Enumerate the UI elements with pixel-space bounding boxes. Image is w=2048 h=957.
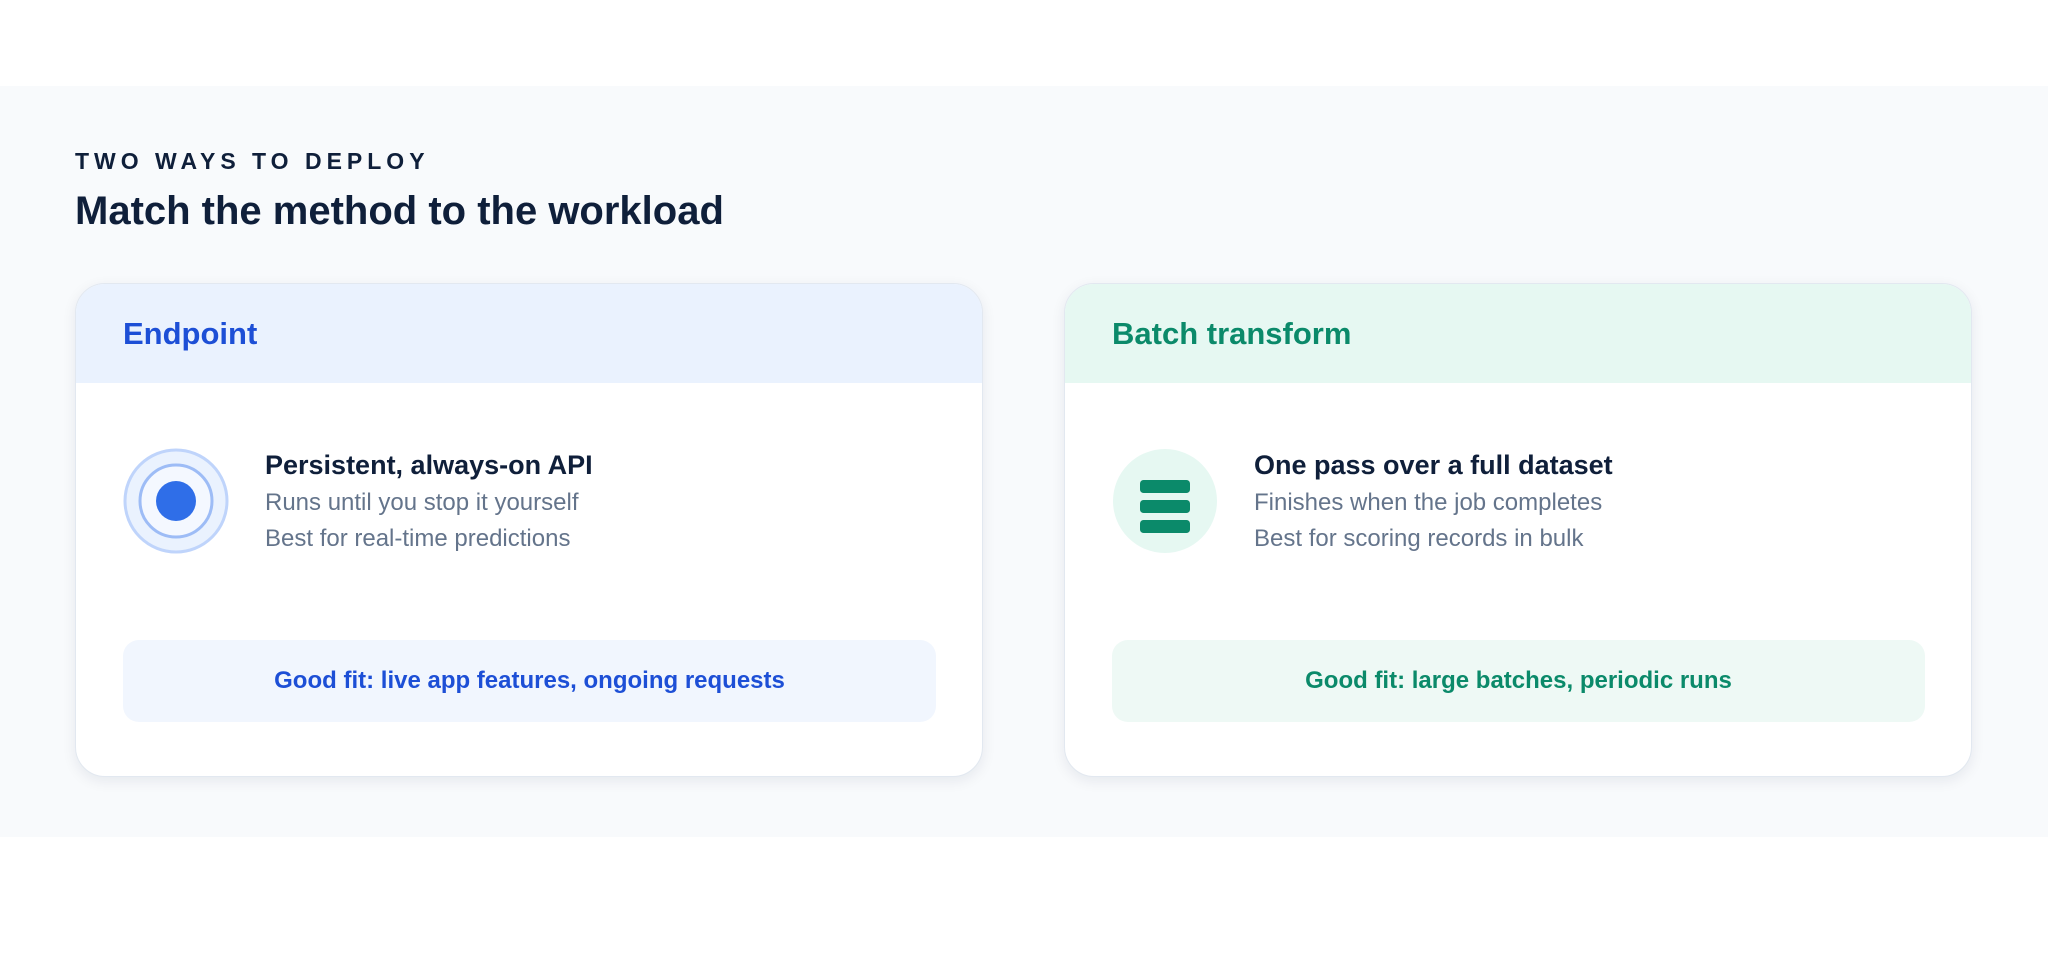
batch-card-header: Batch transform bbox=[1065, 284, 1971, 383]
endpoint-card-title: Endpoint bbox=[123, 316, 258, 351]
endpoint-description: Persistent, always-on API Runs until you… bbox=[265, 449, 593, 554]
endpoint-detail-2: Best for real-time predictions bbox=[265, 525, 571, 553]
endpoint-detail-1: Runs until you stop it yourself bbox=[265, 489, 579, 517]
endpoint-card: Endpoint Persistent, always-on API Runs … bbox=[75, 283, 983, 777]
endpoint-card-body: Persistent, always-on API Runs until you… bbox=[76, 383, 982, 776]
endpoint-primary-text: Persistent, always-on API bbox=[265, 450, 593, 480]
target-icon bbox=[123, 448, 229, 554]
batch-detail-1: Finishes when the job completes bbox=[1254, 489, 1603, 517]
section-heading: Match the method to the workload bbox=[75, 189, 724, 233]
batch-description: One pass over a full dataset Finishes wh… bbox=[1254, 449, 1613, 554]
section-eyebrow: TWO WAYS TO DEPLOY bbox=[75, 148, 430, 174]
endpoint-fit-callout: Good fit: live app features, ongoing req… bbox=[123, 640, 936, 722]
batch-detail-2: Best for scoring records in bulk bbox=[1254, 525, 1584, 553]
batch-card-body: One pass over a full dataset Finishes wh… bbox=[1065, 383, 1971, 776]
batch-card-title: Batch transform bbox=[1112, 316, 1352, 351]
batch-fit-callout: Good fit: large batches, periodic runs bbox=[1112, 640, 1925, 722]
endpoint-card-header: Endpoint bbox=[76, 284, 982, 383]
batch-transform-card: Batch transform One pass over a full dat… bbox=[1064, 283, 1972, 777]
stack-icon bbox=[1112, 448, 1218, 554]
batch-primary-text: One pass over a full dataset bbox=[1254, 450, 1613, 480]
